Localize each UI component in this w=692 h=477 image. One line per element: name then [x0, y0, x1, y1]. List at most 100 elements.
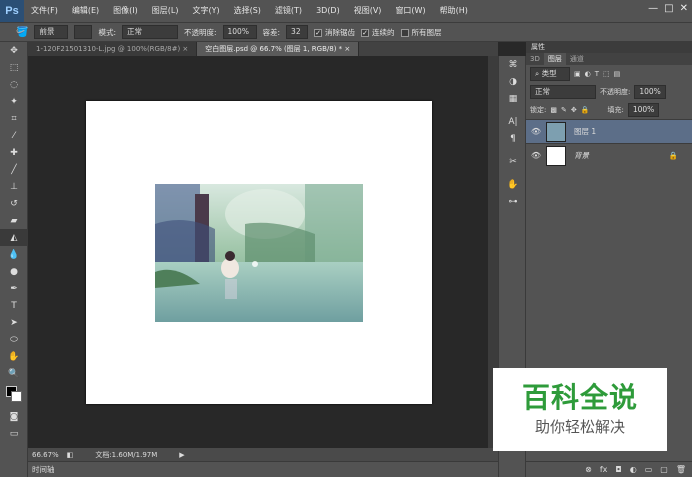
zoom-tool-icon[interactable]: 🔍: [0, 365, 28, 382]
mode-select[interactable]: 正常: [121, 25, 178, 39]
history-brush-tool-icon[interactable]: ↺: [0, 195, 28, 212]
antialias-label: 消除锯齿: [325, 27, 356, 37]
move-tool-icon[interactable]: ✥: [0, 42, 28, 59]
menu-window[interactable]: 窗口(W): [388, 0, 432, 22]
layer-style-icon[interactable]: fx: [600, 465, 608, 474]
filter-shape-icon[interactable]: ⬚: [603, 70, 610, 78]
menu-image[interactable]: 图像(I): [106, 0, 145, 22]
clone-stamp-tool-icon[interactable]: ⊥: [0, 178, 28, 195]
healing-brush-tool-icon[interactable]: ✚: [0, 144, 28, 161]
tab-jpg-document[interactable]: 1-120F21501310-L.jpg @ 100%(RGB/8#) ×: [28, 42, 198, 56]
menu-edit[interactable]: 编辑(E): [65, 0, 106, 22]
close-button[interactable]: ✕: [680, 3, 688, 14]
clone-source-icon[interactable]: ⊶: [499, 193, 527, 210]
blur-tool-icon[interactable]: 💧: [0, 246, 28, 263]
history-icon[interactable]: ⌘: [499, 56, 527, 73]
forest-photo-layer[interactable]: [155, 184, 363, 322]
magic-wand-tool-icon[interactable]: ✦: [0, 93, 28, 110]
mode-label: 模式:: [98, 27, 116, 37]
tools-icon[interactable]: ✂: [499, 153, 527, 170]
filter-type-icon[interactable]: T: [595, 70, 599, 78]
filter-adjustment-icon[interactable]: ◐: [585, 70, 591, 78]
blend-mode-select[interactable]: 正常: [530, 85, 596, 99]
quick-mask-icon[interactable]: ◙: [0, 408, 28, 425]
antialias-checkbox[interactable]: ✓ 消除锯齿: [314, 27, 355, 38]
layer-kind-select[interactable]: ⌕ 类型: [530, 67, 570, 81]
adjustments-icon[interactable]: ◑: [499, 73, 527, 90]
menu-file[interactable]: 文件(F): [24, 0, 65, 22]
eyedropper-tool-icon[interactable]: ⁄: [0, 127, 28, 144]
layer-thumbnail: [546, 145, 566, 166]
document-info: 文档:1.60M/1.97M: [95, 450, 158, 459]
brush-presets-icon[interactable]: ✋: [499, 176, 527, 193]
minimize-button[interactable]: —: [648, 3, 658, 14]
eye-icon[interactable]: 👁: [526, 127, 546, 136]
zoom-level[interactable]: 66.67%: [32, 451, 59, 459]
tab-layers[interactable]: 图层: [543, 53, 566, 65]
close-icon[interactable]: ×: [344, 45, 350, 53]
paint-bucket-icon[interactable]: 🪣: [16, 27, 28, 38]
menu-select[interactable]: 选择(S): [227, 0, 268, 22]
menu-filter[interactable]: 滤镜(T): [268, 0, 309, 22]
type-tool-icon[interactable]: T: [0, 297, 28, 314]
character-icon[interactable]: A|: [499, 113, 527, 130]
hand-tool-icon[interactable]: ✋: [0, 348, 28, 365]
paragraph-icon[interactable]: ¶: [499, 130, 527, 147]
layer-row-background[interactable]: 👁 背景 🔒: [526, 143, 692, 167]
paint-bucket-tool-icon[interactable]: ◭: [0, 229, 28, 246]
menu-help[interactable]: 帮助(H): [433, 0, 475, 22]
tab-psd-document[interactable]: 空白图层.psd @ 66.7% (图层 1, RGB/8) * ×: [197, 42, 360, 56]
layer-row-1[interactable]: 👁 图层 1: [526, 119, 692, 143]
background-color-swatch[interactable]: [11, 391, 22, 402]
status-menu-arrow-icon[interactable]: ▶: [179, 451, 184, 459]
new-layer-icon[interactable]: ▢: [660, 465, 668, 474]
menu-3d[interactable]: 3D(D): [309, 0, 347, 22]
lock-transparent-icon[interactable]: ▩: [550, 106, 557, 114]
path-selection-tool-icon[interactable]: ➤: [0, 314, 28, 331]
layer-fill-input[interactable]: 100%: [627, 103, 660, 117]
filter-pixel-icon[interactable]: ▣: [574, 70, 581, 78]
ellipse-tool-icon[interactable]: ⬭: [0, 331, 28, 348]
all-layers-checkbox[interactable]: 所有图层: [400, 27, 442, 38]
share-icon[interactable]: ◧: [67, 451, 74, 459]
filter-smart-icon[interactable]: ▤: [614, 70, 621, 78]
lock-all-icon[interactable]: 🔒: [581, 106, 590, 114]
fill-source-select[interactable]: 前景: [34, 25, 69, 39]
menu-layer[interactable]: 图层(L): [145, 0, 186, 22]
menu-view[interactable]: 视图(V): [347, 0, 389, 22]
menu-type[interactable]: 文字(Y): [185, 0, 226, 22]
eraser-tool-icon[interactable]: ▰: [0, 212, 28, 229]
marquee-tool-icon[interactable]: ⬚: [0, 59, 28, 76]
lock-position-icon[interactable]: ✥: [571, 106, 577, 114]
trash-icon[interactable]: 🗑: [676, 465, 686, 474]
tolerance-input[interactable]: 32: [286, 25, 309, 39]
menu-bar: Ps 文件(F) 编辑(E) 图像(I) 图层(L) 文字(Y) 选择(S) 滤…: [0, 0, 692, 22]
kind-label: 类型: [541, 69, 557, 78]
adjustment-layer-icon[interactable]: ◐: [630, 465, 637, 474]
timeline-label[interactable]: 时间轴: [32, 465, 55, 474]
contiguous-checkbox[interactable]: ✓ 连续的: [361, 27, 395, 38]
opacity-label: 不透明度:: [600, 88, 631, 96]
new-group-icon[interactable]: ▭: [645, 465, 653, 474]
dodge-tool-icon[interactable]: ●: [0, 263, 28, 280]
lock-pixels-icon[interactable]: ✎: [561, 106, 567, 114]
link-layers-icon[interactable]: ⊗: [585, 465, 592, 474]
lasso-tool-icon[interactable]: ◌: [0, 76, 28, 93]
brush-tool-icon[interactable]: ╱: [0, 161, 28, 178]
maximize-button[interactable]: □: [664, 3, 673, 14]
layer-opacity-input[interactable]: 100%: [634, 85, 666, 99]
pen-tool-icon[interactable]: ✒: [0, 280, 28, 297]
add-mask-icon[interactable]: ◘: [615, 465, 621, 474]
swatches-icon[interactable]: ▦: [499, 90, 527, 107]
color-swatches[interactable]: [0, 382, 27, 408]
timeline-panel[interactable]: 时间轴: [28, 461, 498, 477]
tab-channels[interactable]: 通道: [566, 53, 588, 65]
tab-3d[interactable]: 3D: [526, 53, 544, 65]
crop-tool-icon[interactable]: ⌗: [0, 110, 28, 127]
screen-mode-icon[interactable]: ▭: [0, 425, 28, 442]
opacity-input[interactable]: 100%: [222, 25, 257, 39]
pattern-picker[interactable]: [74, 25, 93, 39]
close-icon[interactable]: ×: [182, 45, 188, 53]
eye-icon[interactable]: 👁: [526, 151, 546, 160]
tab-label: 空白图层.psd @ 66.7% (图层 1, RGB/8) *: [205, 45, 343, 53]
